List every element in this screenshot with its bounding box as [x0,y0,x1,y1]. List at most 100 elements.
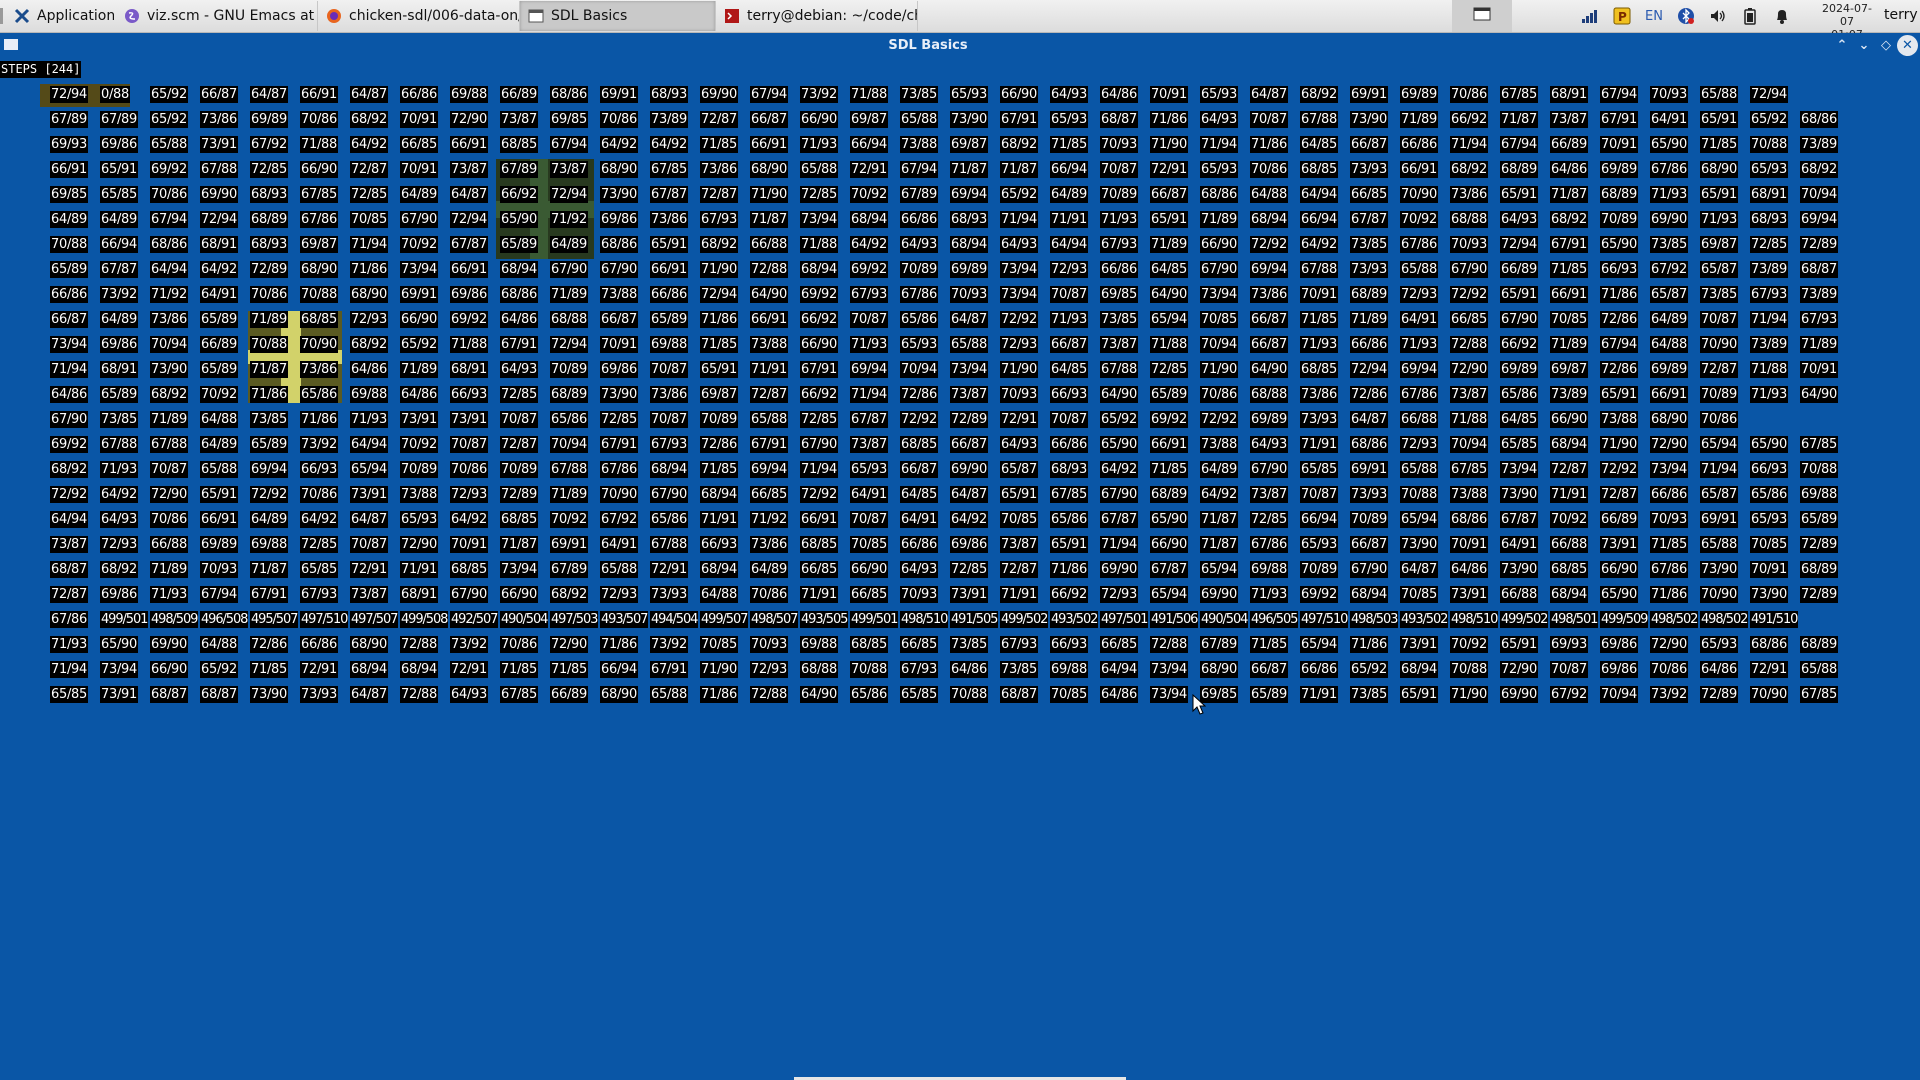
grid-cell: 73/85 [100,411,138,428]
grid-cell: 65/93 [900,336,938,353]
grid-cell: 66/90 [1550,411,1588,428]
grid-cell: 65/91 [1500,186,1538,203]
grid-cell: 68/90 [600,161,638,178]
grid-cell: 71/92 [150,286,188,303]
grid-cell: 72/87 [1700,361,1738,378]
grid-cell: 67/87 [650,186,688,203]
grid-cell: 73/87 [1550,111,1588,128]
user-menu[interactable]: terry [1884,7,1918,23]
grid-cell: 68/85 [500,136,538,153]
grid-cell: 67/91 [1000,111,1038,128]
grid-cell: 69/86 [600,211,638,228]
grid-cell: 68/92 [50,461,88,478]
keyboard-layout-indicator[interactable]: EN [1640,0,1668,32]
grid-cell: 72/88 [1150,636,1188,653]
grid-cell: 72/90 [1650,436,1688,453]
grid-cell: 66/90 [1600,561,1638,578]
grid-cell: 65/86 [1500,386,1538,403]
parcellite-icon[interactable]: P [1610,0,1634,32]
task-terminal[interactable]: terry@debian: ~/code/chi... [716,1,918,31]
grid-cell: 65/92 [1350,661,1388,678]
grid-cell: 73/88 [400,486,438,503]
close-icon[interactable]: ✕ [1897,35,1918,56]
grid-cell: 72/86 [250,636,288,653]
notification-bell-icon[interactable] [1770,0,1794,32]
grid-cell: 69/89 [950,261,988,278]
volume-icon[interactable] [1706,0,1730,32]
network-signal-icon[interactable] [1578,0,1602,32]
grid-cell: 69/88 [350,386,388,403]
grid-cell: 70/91 [1600,136,1638,153]
grid-cell: 72/87 [700,111,738,128]
minimize-icon[interactable]: ⌄ [1854,36,1874,56]
grid-cell: 70/87 [850,511,888,528]
grid-cell: 69/85 [550,111,588,128]
grid-cell: 66/87 [50,311,88,328]
task-emacs[interactable]: viz.scm - GNU Emacs at de... [116,1,318,31]
grid-cell: 65/88 [950,336,988,353]
grid-cell: 70/86 [1450,86,1488,103]
shade-icon[interactable]: ⌃ [1832,36,1852,56]
grid-cell: 70/88 [1450,661,1488,678]
task-sdl-basics[interactable]: SDL Basics [520,1,716,31]
grid-cell: 72/88 [750,261,788,278]
grid-cell: 70/88 [950,686,988,703]
grid-cell: 65/91 [1700,111,1738,128]
maximize-icon[interactable]: ◇ [1876,36,1896,56]
grid-cell: 67/91 [1600,111,1638,128]
window-titlebar[interactable]: SDL Basics ⌃ ⌄ ◇ ✕ [0,33,1920,59]
grid-cell: 71/89 [550,286,588,303]
grid-cell: 64/92 [200,261,238,278]
grid-cell: 65/90 [1600,586,1638,603]
grid-cell: 68/91 [1550,86,1588,103]
grid-cell: 64/94 [150,261,188,278]
workspace-switcher[interactable] [1452,0,1512,32]
grid-cell: 68/86 [1750,636,1788,653]
grid-cell: 66/85 [750,486,788,503]
grid-cell: 65/88 [800,161,838,178]
grid-cell: 68/89 [1800,561,1838,578]
grid-cell: 69/92 [850,261,888,278]
grid-cell: 66/89 [1500,261,1538,278]
grid-cell: 66/90 [800,336,838,353]
grid-cell: 73/94 [1000,286,1038,303]
grid-cell: 66/91 [750,311,788,328]
grid-cell: 69/89 [250,111,288,128]
grid-cell: 69/88 [250,536,288,553]
grid-cell: 65/87 [1700,486,1738,503]
task-firefox[interactable]: chicken-sdl/006-data-on/v... [318,1,520,31]
battery-icon[interactable] [1738,0,1762,32]
grid-cell: 70/92 [550,511,588,528]
grid-cell: 73/90 [1500,561,1538,578]
grid-cell: 70/90 [1400,186,1438,203]
grid-cell: 73/90 [250,686,288,703]
grid-cell: 64/93 [500,361,538,378]
grid-cell: 70/85 [1750,536,1788,553]
grid-cell: 493/502 [1400,611,1448,628]
grid-cell: 67/87 [850,411,888,428]
grid-cell: 64/92 [1300,236,1338,253]
grid-cell: 69/90 [1650,211,1688,228]
grid-cell: 70/89 [1600,211,1638,228]
mouse-cursor-icon [1192,693,1207,720]
taskbar-handle[interactable] [0,8,3,24]
grid-cell: 66/92 [800,386,838,403]
grid-cell: 66/88 [750,236,788,253]
grid-cell: 70/85 [700,636,738,653]
applications-menu-button[interactable]: Applications [14,1,114,31]
grid-cell: 69/94 [950,186,988,203]
grid-cell: 493/505 [800,611,848,628]
grid-cell: 71/85 [700,136,738,153]
grid-cell: 70/85 [1400,586,1438,603]
grid-cell: 64/86 [400,386,438,403]
grid-cell: 65/91 [1400,686,1438,703]
grid-cell: 71/94 [1100,536,1138,553]
grid-cell: 73/93 [1300,411,1338,428]
grid-cell: 73/86 [150,311,188,328]
bluetooth-icon[interactable] [1674,0,1698,32]
grid-cell: 64/85 [1150,261,1188,278]
grid-cell: 66/92 [1500,336,1538,353]
grid-cell: 72/93 [1400,286,1438,303]
grid-cell: 66/93 [300,461,338,478]
grid-cell: 71/86 [300,411,338,428]
